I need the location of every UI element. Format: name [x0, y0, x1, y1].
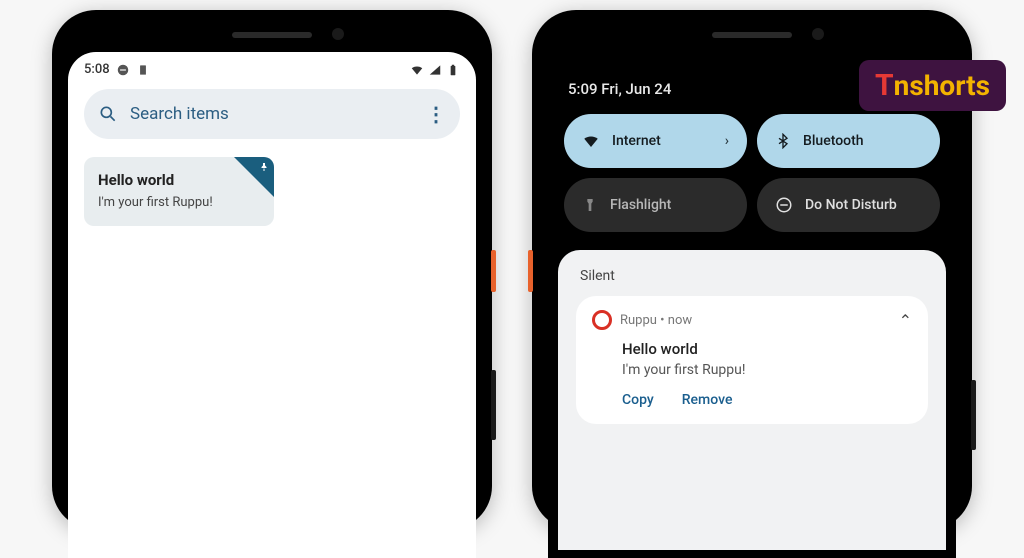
search-placeholder: Search items [130, 104, 414, 124]
signal-icon [428, 63, 442, 77]
pin-icon [258, 161, 270, 173]
tile-internet[interactable]: Internet › [564, 114, 747, 168]
screen-right: 5:09 Fri, Jun 24 Internet › Bluetooth Fl… [548, 52, 956, 558]
phone-left: 5:08 Search items ⋮ [52, 10, 492, 530]
wifi-icon [582, 132, 600, 150]
dnd-status-icon [116, 63, 130, 77]
watermark-badge: Tnshorts [859, 60, 1006, 111]
watermark-t: T [875, 68, 894, 103]
bluetooth-icon [775, 133, 791, 149]
notification-app-name: Ruppu • now [620, 313, 692, 328]
action-remove[interactable]: Remove [682, 392, 733, 408]
note-card[interactable]: Hello world I'm your first Ruppu! [84, 157, 274, 226]
search-icon [98, 104, 118, 124]
flashlight-icon [582, 197, 598, 213]
power-button[interactable] [528, 250, 533, 292]
notification-text: I'm your first Ruppu! [622, 362, 912, 378]
status-time: 5:08 [84, 62, 110, 77]
power-button[interactable] [491, 250, 496, 292]
section-label-silent: Silent [576, 268, 928, 284]
tile-dnd[interactable]: Do Not Disturb [757, 178, 940, 232]
more-icon[interactable]: ⋮ [426, 102, 446, 126]
screen-left: 5:08 Search items ⋮ [68, 52, 476, 558]
tile-label: Do Not Disturb [805, 197, 897, 213]
watermark-rest: nshorts [894, 69, 990, 102]
app-icon [592, 310, 612, 330]
notification-shade: Silent Ruppu • now ⌃ Hello world I'm you… [558, 250, 946, 550]
notification-card[interactable]: Ruppu • now ⌃ Hello world I'm your first… [576, 296, 928, 424]
battery-icon [446, 63, 460, 77]
sd-status-icon [136, 63, 150, 77]
note-body: I'm your first Ruppu! [98, 195, 260, 210]
qs-tiles: Internet › Bluetooth Flashlight Do Not D… [548, 114, 956, 250]
tile-label: Flashlight [610, 197, 671, 213]
dnd-icon [775, 196, 793, 214]
tile-label: Internet [612, 133, 661, 149]
chevron-up-icon[interactable]: ⌃ [899, 311, 912, 330]
tile-flashlight[interactable]: Flashlight [564, 178, 747, 232]
volume-button[interactable] [971, 380, 976, 450]
wifi-icon [410, 63, 424, 77]
search-bar[interactable]: Search items ⋮ [84, 89, 460, 139]
tile-label: Bluetooth [803, 133, 864, 149]
status-bar: 5:08 [68, 52, 476, 83]
tile-bluetooth[interactable]: Bluetooth [757, 114, 940, 168]
volume-button[interactable] [491, 370, 496, 440]
notification-title: Hello world [622, 340, 912, 358]
action-copy[interactable]: Copy [622, 392, 654, 408]
qs-datetime: 5:09 Fri, Jun 24 [568, 80, 671, 98]
chevron-right-icon: › [725, 133, 729, 149]
